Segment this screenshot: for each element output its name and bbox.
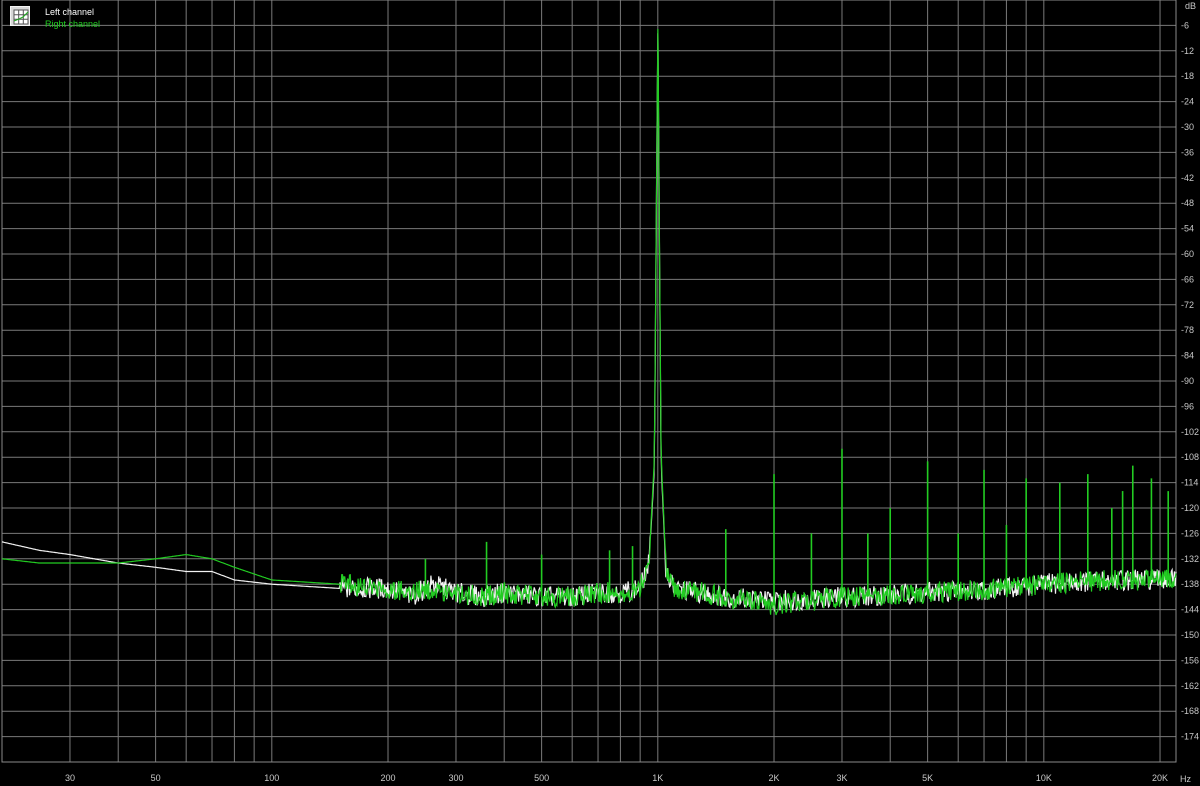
x-tick-label: 20K [1152,773,1168,783]
x-tick-label: 100 [264,773,279,783]
y-tick-label: -144 [1181,605,1199,615]
y-tick-label: -54 [1181,224,1194,234]
y-tick-label: -162 [1181,681,1199,691]
y-tick-label: -42 [1181,173,1194,183]
y-tick-label: -132 [1181,554,1199,564]
y-tick-label: -126 [1181,528,1199,538]
legend-right-channel: Right channel [45,19,101,29]
x-tick-label: 300 [448,773,463,783]
x-tick-label: 200 [380,773,395,783]
plot-background [0,0,1200,786]
y-tick-label: -102 [1181,427,1199,437]
y-tick-label: -6 [1181,20,1189,30]
x-tick-label: 1K [652,773,663,783]
x-tick-label: 2K [769,773,780,783]
y-tick-label: -150 [1181,630,1199,640]
y-tick-label: -168 [1181,706,1199,716]
y-tick-label: -60 [1181,249,1194,259]
y-tick-label: -84 [1181,351,1194,361]
y-tick-label: -138 [1181,579,1199,589]
y-tick-label: -12 [1181,46,1194,56]
y-tick-label: -174 [1181,732,1199,742]
y-tick-label: -114 [1181,478,1198,488]
spectrum-chart: -6 -12 -18 -24 -30 -36 -42 -48 -54 -60 -66 -72 -78 -8… [0,0,1200,786]
legend-left-channel: Left channel [45,7,95,17]
y-tick-label: -48 [1181,198,1194,208]
y-tick-label: -36 [1181,147,1194,157]
y-unit-label: dB [1185,1,1196,11]
x-tick-label: 10K [1036,773,1052,783]
x-tick-label: 50 [151,773,161,783]
y-tick-label: -30 [1181,122,1194,132]
y-tick-label: -66 [1181,274,1194,284]
x-tick-label: 500 [534,773,549,783]
legend-grid-icon [10,6,30,26]
y-tick-label: -24 [1181,97,1194,107]
x-tick-label: 5K [922,773,933,783]
x-tick-label: 3K [836,773,847,783]
x-tick-label: 30 [65,773,75,783]
y-tick-label: -78 [1181,325,1194,335]
y-tick-label: -156 [1181,655,1199,665]
y-tick-label: -18 [1181,71,1194,81]
x-unit-label: Hz [1180,774,1191,784]
y-tick-label: -108 [1181,452,1199,462]
y-tick-label: -72 [1181,300,1194,310]
y-tick-label: -120 [1181,503,1199,513]
y-tick-label: -96 [1181,401,1194,411]
y-tick-label: -90 [1181,376,1194,386]
